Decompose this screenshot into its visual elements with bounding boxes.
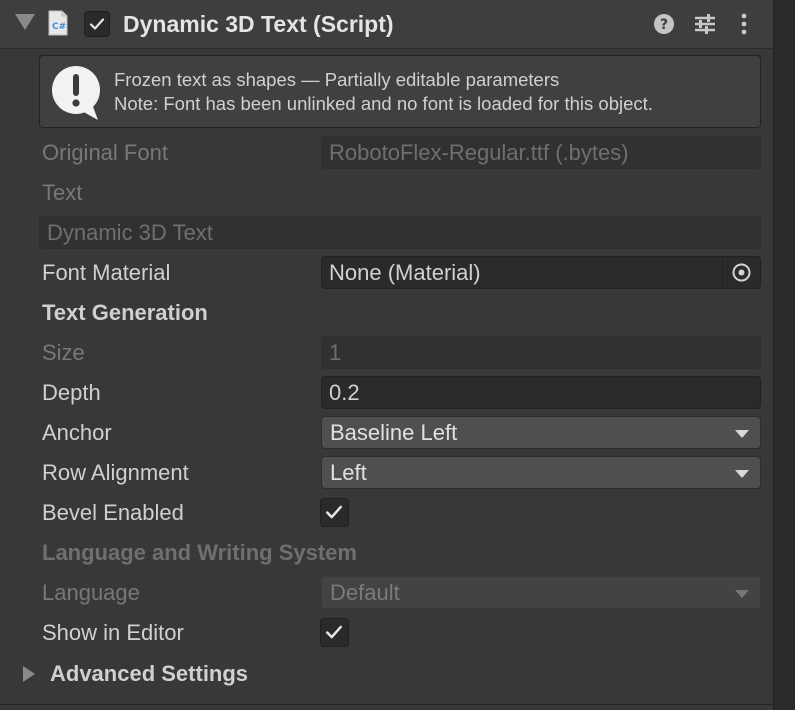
scrollbar[interactable] (773, 0, 795, 710)
chevron-down-icon (735, 470, 749, 478)
font-material-value: None (Material) (329, 260, 481, 285)
checkmark-icon (89, 18, 105, 30)
bevel-enabled-label: Bevel Enabled (42, 500, 184, 525)
component-title: Dynamic 3D Text (Script) (123, 11, 394, 37)
svg-text:?: ? (660, 17, 668, 33)
foldout-right-icon[interactable] (23, 666, 35, 682)
text-generation-header: Text Generation (42, 300, 208, 325)
font-material-label: Font Material (42, 260, 171, 285)
info-icon (52, 66, 100, 120)
show-in-editor-label: Show in Editor (42, 620, 184, 645)
language-dropdown: Default (321, 576, 761, 609)
font-material-field[interactable]: None (Material) (321, 256, 761, 289)
object-picker-button[interactable] (722, 257, 760, 288)
text-field: Dynamic 3D Text (39, 216, 761, 249)
csharp-script-icon: C# (48, 10, 68, 36)
divider (0, 704, 773, 705)
info-helpbox: Frozen text as shapes — Partially editab… (39, 55, 761, 128)
info-line-2: Note: Font has been unlinked and no font… (114, 93, 653, 114)
text-label: Text (42, 180, 83, 205)
component-header[interactable]: C# Dynamic 3D Text (Script) ? (0, 0, 773, 49)
row-alignment-dropdown[interactable]: Left (321, 456, 761, 489)
inspector-component-panel: C# Dynamic 3D Text (Script) ? Frozen tex… (0, 0, 773, 710)
language-label: Language (42, 580, 140, 605)
anchor-label: Anchor (42, 420, 112, 445)
original-font-field: RobotoFlex-Regular.ttf (.bytes) (321, 136, 761, 169)
more-menu-icon[interactable] (732, 12, 756, 36)
size-label: Size (42, 340, 85, 365)
show-in-editor-checkbox[interactable] (320, 618, 349, 647)
row-alignment-value: Left (330, 460, 367, 485)
info-line-1: Frozen text as shapes — Partially editab… (114, 69, 560, 90)
depth-label: Depth (42, 380, 101, 405)
svg-text:C#: C# (52, 22, 66, 32)
presets-icon[interactable] (693, 12, 717, 36)
original-font-label: Original Font (42, 140, 168, 165)
checkmark-icon (326, 625, 342, 639)
anchor-value: Baseline Left (330, 420, 458, 445)
size-field: 1 (321, 336, 761, 369)
language-value: Default (330, 580, 400, 605)
language-writing-system-header: Language and Writing System (42, 540, 357, 565)
bevel-enabled-checkbox[interactable] (320, 498, 349, 527)
chevron-down-icon (735, 590, 749, 598)
depth-input[interactable]: 0.2 (321, 376, 761, 409)
help-icon[interactable]: ? (652, 12, 676, 36)
row-alignment-label: Row Alignment (42, 460, 189, 485)
object-picker-icon (732, 263, 751, 282)
foldout-arrow-icon[interactable] (15, 14, 35, 30)
chevron-down-icon (735, 430, 749, 438)
advanced-settings-foldout[interactable]: Advanced Settings (50, 661, 248, 687)
component-enabled-checkbox[interactable] (84, 11, 110, 37)
anchor-dropdown[interactable]: Baseline Left (321, 416, 761, 449)
checkmark-icon (326, 505, 342, 519)
